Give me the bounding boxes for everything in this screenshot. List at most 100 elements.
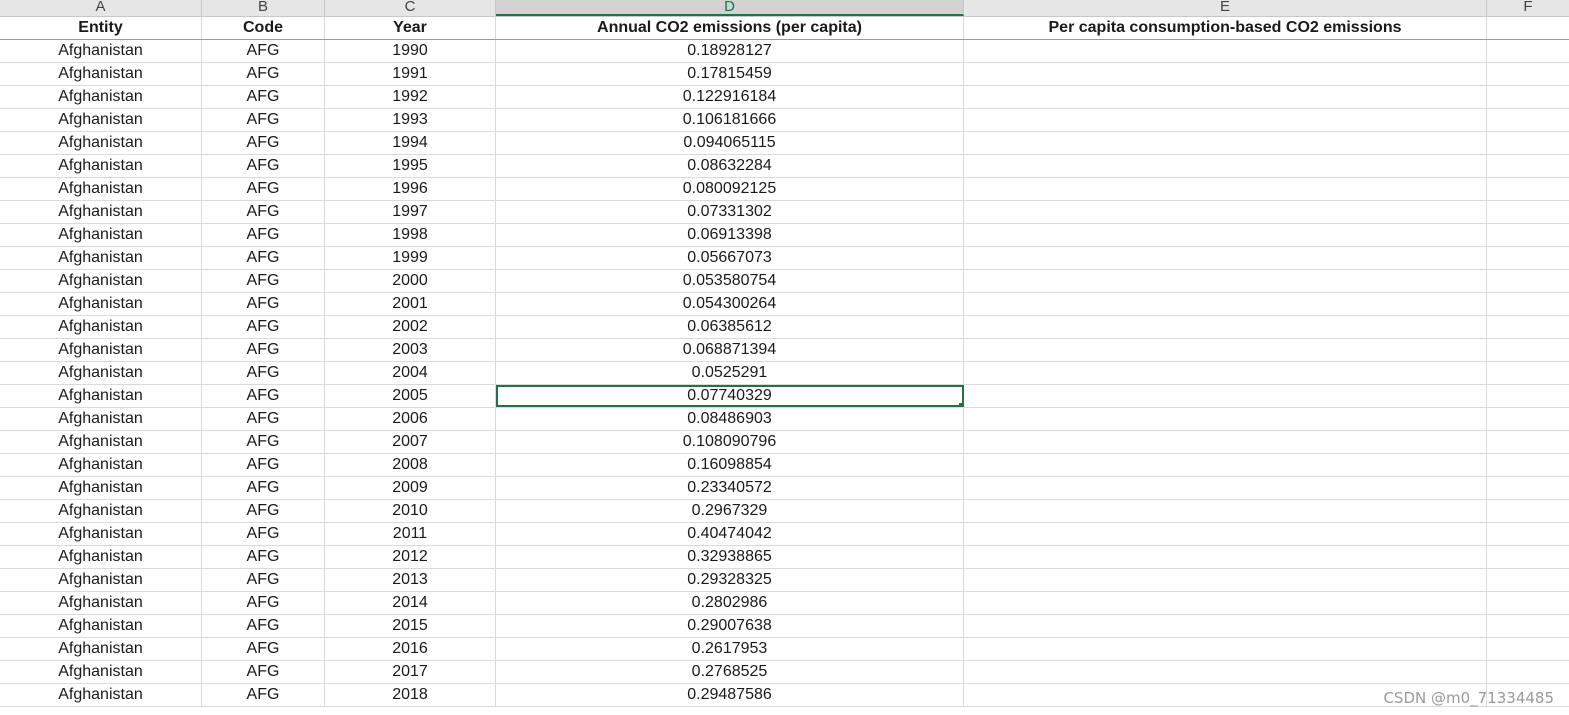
cell-entity[interactable]: Afghanistan <box>0 86 202 108</box>
header-cell-consumption-co2[interactable]: Per capita consumption-based CO2 emissio… <box>964 17 1487 39</box>
cell-annual-co2[interactable]: 0.08632284 <box>496 155 964 177</box>
cell-annual-co2[interactable]: 0.18928127 <box>496 40 964 62</box>
cell-annual-co2[interactable]: 0.32938865 <box>496 546 964 568</box>
cell-empty[interactable] <box>1487 638 1569 660</box>
cell-annual-co2[interactable]: 0.23340572 <box>496 477 964 499</box>
cell-code[interactable]: AFG <box>202 178 325 200</box>
cell-entity[interactable]: Afghanistan <box>0 684 202 706</box>
cell-annual-co2[interactable]: 0.2768525 <box>496 661 964 683</box>
cell-consumption-co2[interactable] <box>964 569 1487 591</box>
cell-code[interactable]: AFG <box>202 40 325 62</box>
cell-consumption-co2[interactable] <box>964 500 1487 522</box>
cell-entity[interactable]: Afghanistan <box>0 316 202 338</box>
column-header-e[interactable]: E <box>964 0 1487 16</box>
cell-empty[interactable] <box>1487 408 1569 430</box>
cell-code[interactable]: AFG <box>202 339 325 361</box>
cell-consumption-co2[interactable] <box>964 592 1487 614</box>
cell-entity[interactable]: Afghanistan <box>0 132 202 154</box>
cell-consumption-co2[interactable] <box>964 201 1487 223</box>
cell-empty[interactable] <box>1487 546 1569 568</box>
cell-year[interactable]: 1997 <box>325 201 496 223</box>
cell-year[interactable]: 2014 <box>325 592 496 614</box>
cell-code[interactable]: AFG <box>202 408 325 430</box>
cell-consumption-co2[interactable] <box>964 454 1487 476</box>
cell-consumption-co2[interactable] <box>964 431 1487 453</box>
cell-annual-co2[interactable]: 0.2802986 <box>496 592 964 614</box>
cell-empty[interactable] <box>1487 569 1569 591</box>
cell-year[interactable]: 2002 <box>325 316 496 338</box>
cell-empty[interactable] <box>1487 592 1569 614</box>
cell-empty[interactable] <box>1487 63 1569 85</box>
cell-consumption-co2[interactable] <box>964 178 1487 200</box>
cell-consumption-co2[interactable] <box>964 63 1487 85</box>
cell-annual-co2[interactable]: 0.40474042 <box>496 523 964 545</box>
cell-code[interactable]: AFG <box>202 270 325 292</box>
cell-consumption-co2[interactable] <box>964 408 1487 430</box>
cell-code[interactable]: AFG <box>202 293 325 315</box>
cell-entity[interactable]: Afghanistan <box>0 454 202 476</box>
cell-entity[interactable]: Afghanistan <box>0 546 202 568</box>
column-header-f[interactable]: F <box>1487 0 1569 16</box>
cell-year[interactable]: 2005 <box>325 385 496 407</box>
cell-empty[interactable] <box>1487 293 1569 315</box>
column-header-a[interactable]: A <box>0 0 202 16</box>
cell-annual-co2[interactable]: 0.08486903 <box>496 408 964 430</box>
cell-code[interactable]: AFG <box>202 109 325 131</box>
cell-annual-co2[interactable]: 0.07331302 <box>496 201 964 223</box>
header-cell-annual-co2[interactable]: Annual CO2 emissions (per capita) <box>496 17 964 39</box>
cell-entity[interactable]: Afghanistan <box>0 109 202 131</box>
cell-annual-co2[interactable]: 0.06913398 <box>496 224 964 246</box>
cell-consumption-co2[interactable] <box>964 362 1487 384</box>
cell-entity[interactable]: Afghanistan <box>0 40 202 62</box>
cell-year[interactable]: 1999 <box>325 247 496 269</box>
cell-year[interactable]: 1998 <box>325 224 496 246</box>
cell-year[interactable]: 2013 <box>325 569 496 591</box>
cell-code[interactable]: AFG <box>202 546 325 568</box>
cell-entity[interactable]: Afghanistan <box>0 270 202 292</box>
cell-year[interactable]: 1994 <box>325 132 496 154</box>
header-cell-year[interactable]: Year <box>325 17 496 39</box>
cell-entity[interactable]: Afghanistan <box>0 247 202 269</box>
cell-year[interactable]: 2017 <box>325 661 496 683</box>
cell-code[interactable]: AFG <box>202 316 325 338</box>
cell-entity[interactable]: Afghanistan <box>0 661 202 683</box>
cell-consumption-co2[interactable] <box>964 546 1487 568</box>
cell-code[interactable]: AFG <box>202 569 325 591</box>
cell-entity[interactable]: Afghanistan <box>0 362 202 384</box>
cell-entity[interactable]: Afghanistan <box>0 339 202 361</box>
cell-empty[interactable] <box>1487 178 1569 200</box>
cell-entity[interactable]: Afghanistan <box>0 592 202 614</box>
cell-empty[interactable] <box>1487 454 1569 476</box>
cell-annual-co2[interactable]: 0.29007638 <box>496 615 964 637</box>
cell-empty[interactable] <box>1487 385 1569 407</box>
cell-code[interactable]: AFG <box>202 155 325 177</box>
cell-year[interactable]: 2015 <box>325 615 496 637</box>
cell-empty[interactable] <box>1487 247 1569 269</box>
cell-annual-co2[interactable]: 0.053580754 <box>496 270 964 292</box>
cell-empty[interactable] <box>1487 362 1569 384</box>
cell-code[interactable]: AFG <box>202 132 325 154</box>
cell-consumption-co2[interactable] <box>964 661 1487 683</box>
cell-annual-co2[interactable]: 0.068871394 <box>496 339 964 361</box>
cell-year[interactable]: 2003 <box>325 339 496 361</box>
cell-year[interactable]: 1993 <box>325 109 496 131</box>
cell-code[interactable]: AFG <box>202 86 325 108</box>
column-header-d[interactable]: D <box>496 0 964 16</box>
cell-annual-co2[interactable]: 0.080092125 <box>496 178 964 200</box>
cell-consumption-co2[interactable] <box>964 615 1487 637</box>
cell-entity[interactable]: Afghanistan <box>0 569 202 591</box>
cell-annual-co2[interactable]: 0.054300264 <box>496 293 964 315</box>
cell-year[interactable]: 2008 <box>325 454 496 476</box>
cell-code[interactable]: AFG <box>202 615 325 637</box>
cell-empty[interactable] <box>1487 431 1569 453</box>
cell-annual-co2[interactable]: 0.29328325 <box>496 569 964 591</box>
cell-code[interactable]: AFG <box>202 224 325 246</box>
cell-year[interactable]: 2009 <box>325 477 496 499</box>
cell-consumption-co2[interactable] <box>964 385 1487 407</box>
cell-empty[interactable] <box>1487 224 1569 246</box>
cell-annual-co2[interactable]: 0.106181666 <box>496 109 964 131</box>
cell-year[interactable]: 2018 <box>325 684 496 706</box>
cell-annual-co2[interactable]: 0.29487586 <box>496 684 964 706</box>
cell-consumption-co2[interactable] <box>964 224 1487 246</box>
cell-empty[interactable] <box>1487 523 1569 545</box>
